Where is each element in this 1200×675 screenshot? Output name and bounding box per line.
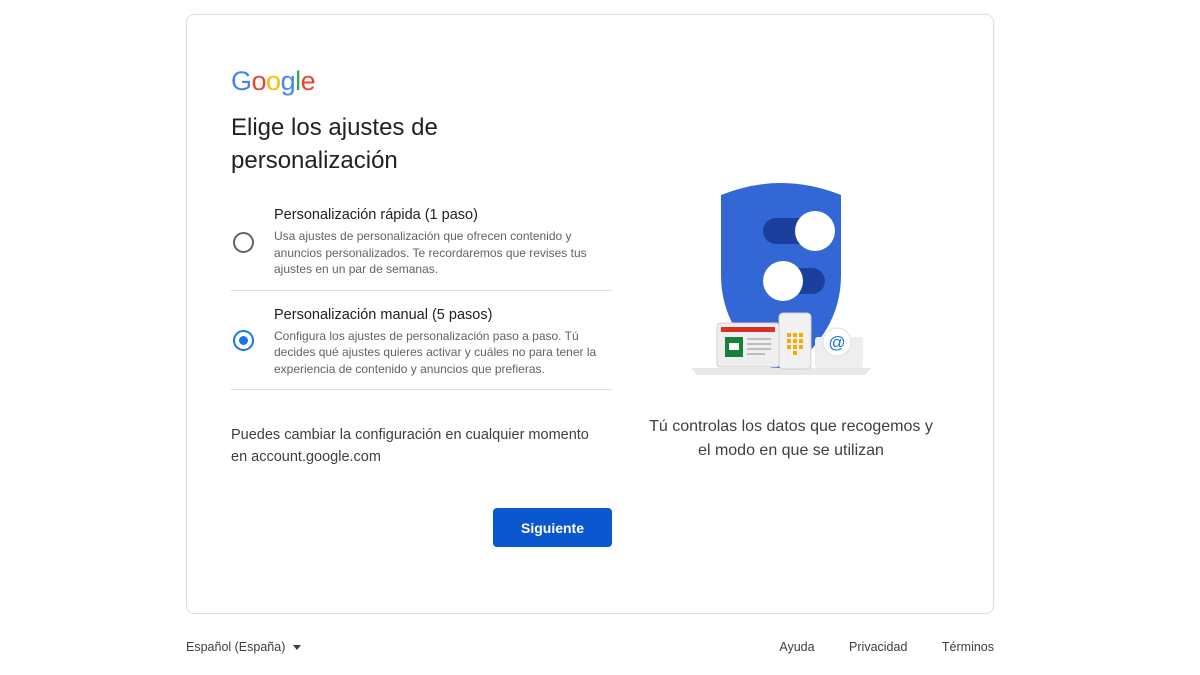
footer-link-privacy[interactable]: Privacidad [849, 640, 907, 654]
option-quick-personalization[interactable]: Personalización rápida (1 paso) Usa ajus… [231, 194, 612, 291]
option-description: Usa ajustes de personalización que ofrec… [274, 229, 587, 276]
settings-note-line2: en account.google.com [231, 449, 381, 465]
language-label: Español (España) [186, 640, 286, 654]
page-title-line2: personalización [231, 147, 398, 174]
option-title: Personalización rápida (1 paso) [274, 207, 478, 223]
footer-link-help[interactable]: Ayuda [779, 640, 814, 654]
shield-toggles-devices-icon: @ [691, 183, 871, 375]
illustration-caption: Tú controlas los datos que recogemos y e… [649, 418, 933, 459]
dropdown-arrow-icon [293, 645, 302, 651]
left-column: Google Elige los ajustes de personalizac… [231, 65, 612, 468]
personalization-options: Personalización rápida (1 paso) Usa ajus… [231, 194, 612, 390]
radio-quick-personalization[interactable] [233, 231, 254, 253]
footer-link-terms[interactable]: Términos [942, 640, 994, 654]
page-title-line1: Elige los ajustes de [231, 114, 438, 141]
footer-links: Ayuda Privacidad Términos [748, 640, 994, 654]
radio-manual-personalization[interactable] [233, 329, 254, 351]
next-button[interactable]: Siguiente [493, 508, 612, 547]
footer: Español (España) Ayuda Privacidad Términ… [186, 636, 994, 660]
option-title: Personalización manual (5 pasos) [274, 306, 493, 323]
settings-note-line1: Puedes cambiar la configuración en cualq… [231, 427, 589, 443]
settings-note: Puedes cambiar la configuración en cualq… [231, 424, 612, 468]
svg-text:@: @ [828, 333, 845, 352]
google-logo: Google [231, 66, 316, 96]
personalization-card: Google Elige los ajustes de personalizac… [186, 14, 994, 614]
page-title: Elige los ajustes de personalización [231, 111, 612, 177]
option-manual-personalization[interactable]: Personalización manual (5 pasos) Configu… [231, 291, 612, 390]
option-description: Configura los ajustes de personalización… [274, 328, 597, 376]
language-selector[interactable]: Español (España) [186, 640, 302, 654]
